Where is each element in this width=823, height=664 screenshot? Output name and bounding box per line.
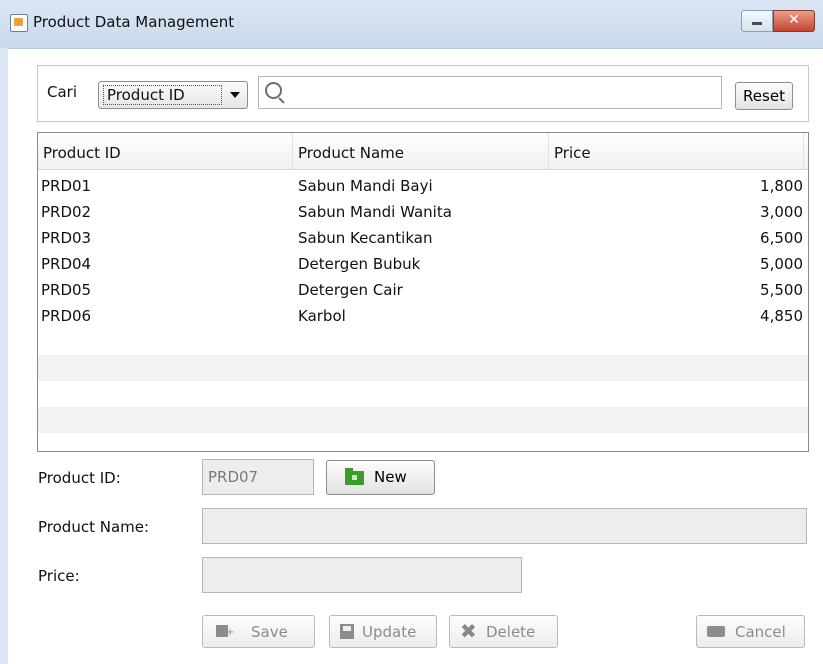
cell-product-id: PRD04: [41, 255, 92, 273]
cancel-button-label: Cancel: [735, 623, 786, 641]
search-label: Cari: [47, 83, 77, 101]
cell-product-id: PRD06: [41, 307, 92, 325]
column-header-product-name[interactable]: Product Name: [293, 133, 549, 169]
empty-table-row: [38, 381, 808, 407]
cell-product-id: PRD05: [41, 281, 92, 299]
search-input[interactable]: [289, 80, 713, 106]
product-data-window: Product Data Management ✕ Cari Product I…: [0, 0, 823, 664]
empty-table-row: [38, 355, 808, 381]
cancel-icon: [707, 626, 725, 637]
close-button[interactable]: ✕: [773, 10, 815, 32]
table-body: PRD01 Sabun Mandi Bayi 1,800 PRD02 Sabun…: [38, 173, 808, 451]
price-label: Price:: [38, 567, 80, 585]
column-header-product-id[interactable]: Product ID: [38, 133, 293, 169]
table-header: Product ID Product Name Price: [38, 133, 808, 170]
product-name-label: Product Name:: [38, 518, 150, 536]
cell-price: 5,500: [760, 281, 803, 299]
cell-product-id: PRD03: [41, 229, 92, 247]
save-button-label: Save: [251, 623, 288, 641]
price-field[interactable]: [202, 557, 522, 593]
reset-button[interactable]: Reset: [735, 82, 793, 110]
cell-product-name: Sabun Mandi Wanita: [298, 203, 452, 221]
cell-product-name: Sabun Mandi Bayi: [298, 177, 433, 195]
table-row[interactable]: PRD01 Sabun Mandi Bayi 1,800: [38, 173, 808, 199]
window-frame-edge: [0, 48, 8, 664]
window-title: Product Data Management: [33, 13, 235, 31]
search-filter-selected: Product ID: [103, 85, 222, 105]
product-table[interactable]: Product ID Product Name Price PRD01 Sabu…: [37, 132, 809, 452]
save-button[interactable]: Save: [202, 615, 315, 648]
chevron-down-icon: [230, 92, 240, 98]
search-filter-dropdown[interactable]: Product ID: [98, 81, 248, 109]
product-id-field[interactable]: [202, 459, 314, 495]
app-icon: [10, 14, 28, 32]
new-button-label: New: [374, 468, 407, 486]
cell-price: 3,000: [760, 203, 803, 221]
update-button-label: Update: [362, 623, 417, 641]
title-bar[interactable]: Product Data Management ✕: [0, 0, 823, 49]
cell-product-id: PRD02: [41, 203, 92, 221]
cell-product-name: Karbol: [298, 307, 346, 325]
search-icon: [265, 82, 282, 99]
cell-product-id: PRD01: [41, 177, 92, 195]
cell-product-name: Detergen Bubuk: [298, 255, 421, 273]
cancel-button[interactable]: Cancel: [696, 615, 805, 648]
cell-price: 4,850: [760, 307, 803, 325]
minimize-button[interactable]: [741, 10, 773, 32]
table-row[interactable]: PRD03 Sabun Kecantikan 6,500: [38, 225, 808, 251]
floppy-disk-icon: [340, 624, 354, 639]
product-id-label: Product ID:: [38, 469, 121, 487]
cell-product-name: Sabun Kecantikan: [298, 229, 433, 247]
empty-table-row: [38, 407, 808, 433]
update-button[interactable]: Update: [329, 615, 437, 648]
delete-button[interactable]: ✖ Delete: [449, 615, 558, 648]
table-row[interactable]: PRD04 Detergen Bubuk 5,000: [38, 251, 808, 277]
search-panel: Cari Product ID Reset: [37, 65, 809, 122]
product-name-field[interactable]: [202, 508, 807, 544]
table-row[interactable]: PRD05 Detergen Cair 5,500: [38, 277, 808, 303]
delete-button-label: Delete: [486, 623, 536, 641]
empty-table-row: [38, 329, 808, 355]
cell-price: 6,500: [760, 229, 803, 247]
save-add-icon: [216, 625, 234, 638]
cell-price: 1,800: [760, 177, 803, 195]
cell-product-name: Detergen Cair: [298, 281, 403, 299]
table-row[interactable]: PRD02 Sabun Mandi Wanita 3,000: [38, 199, 808, 225]
window-controls: ✕: [741, 10, 815, 32]
delete-x-icon: ✖: [460, 619, 477, 643]
empty-table-row: [38, 433, 808, 451]
table-row[interactable]: PRD06 Karbol 4,850: [38, 303, 808, 329]
cell-price: 5,000: [760, 255, 803, 273]
new-button[interactable]: New: [326, 460, 435, 495]
search-field[interactable]: [258, 76, 722, 109]
column-header-price[interactable]: Price: [549, 133, 804, 169]
folder-icon: [345, 468, 364, 485]
